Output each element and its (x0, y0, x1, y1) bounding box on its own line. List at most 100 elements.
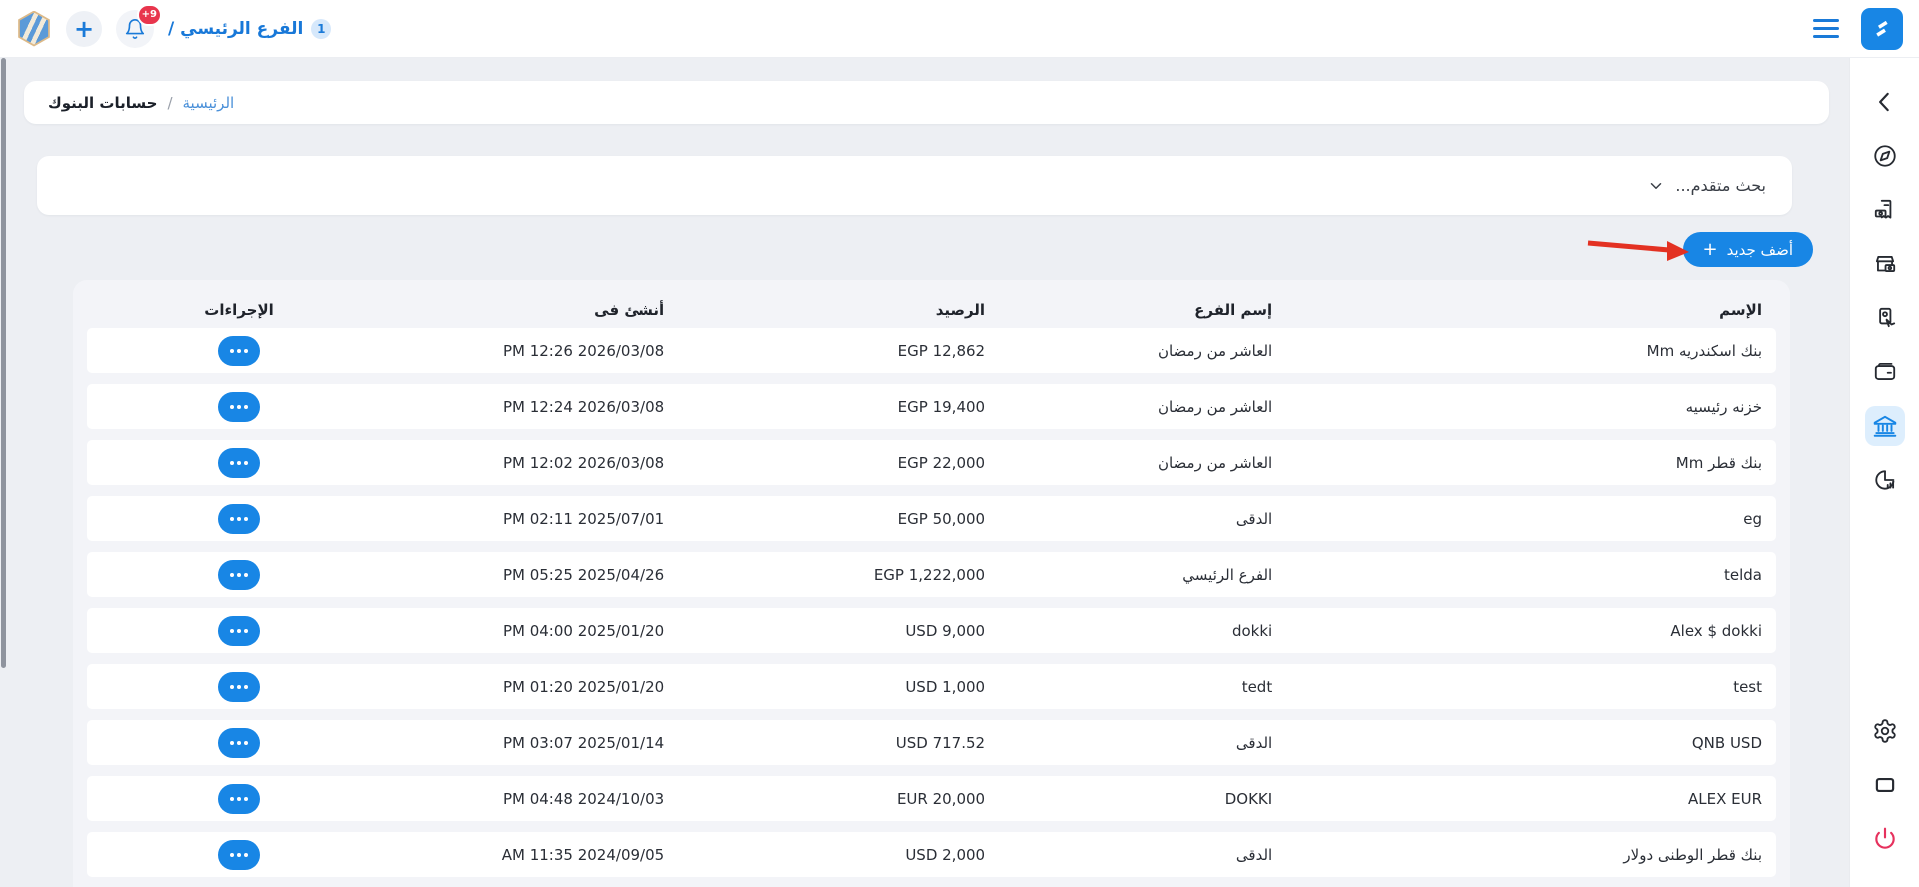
row-actions-button[interactable] (218, 559, 261, 590)
row-actions-button[interactable] (218, 615, 261, 646)
company-logo[interactable] (18, 10, 50, 47)
scrollbar-track[interactable] (1, 58, 6, 887)
notification-count-badge: +9 (136, 3, 162, 26)
sidebar-item-invoices[interactable] (1865, 190, 1905, 230)
column-header-3: أنشئ فى (594, 301, 665, 319)
invoice-money-icon (1872, 197, 1898, 223)
add-new-button[interactable]: أضف جديد + (1682, 232, 1813, 267)
column-header-2: الرصيد (935, 301, 986, 319)
quick-add-button[interactable]: + (66, 10, 102, 47)
cell-branch-name: العاشر من رمضان (1157, 341, 1273, 360)
table-row: بنك قطر الوطنى دولار الدقى USD 2,000 AM 11:… (87, 832, 1776, 877)
cell-balance: USD 9,000 (905, 621, 986, 640)
cell-actions (87, 615, 391, 646)
cell-created-at: PM 03:07 2025/01/14 (502, 733, 665, 752)
hand-money-icon (1872, 305, 1898, 331)
cell-account-name: بنك قطر Mm (1675, 453, 1762, 472)
sidebar-item-collapse[interactable] (1865, 82, 1905, 122)
sidebar-item-reports[interactable] (1865, 460, 1905, 500)
compass-icon (1872, 143, 1898, 169)
top-navbar: + +9 1 الفرع الرئيسي / (0, 0, 1919, 58)
table-row: بنك قطر Mm العاشر من رمضان EGP 22,000 PM 12… (87, 440, 1776, 485)
right-sidebar (1849, 58, 1919, 887)
sidebar-item-wallet[interactable] (1865, 352, 1905, 392)
cell-created-at: PM 01:20 2025/01/20 (502, 677, 665, 696)
cell-actions (87, 671, 391, 702)
cell-balance: EGP 50,000 (897, 509, 986, 528)
sidebar-item-payments[interactable] (1865, 298, 1905, 338)
cell-created-at: PM 04:48 2024/10/03 (502, 789, 665, 808)
cell-branch-name: الدقى (1235, 733, 1273, 752)
scrollbar-thumb[interactable] (1, 58, 6, 668)
cell-branch-name: DOKKI (1224, 789, 1273, 808)
storefront-icon (1872, 251, 1898, 277)
rectangle-icon (1872, 772, 1898, 798)
cell-branch-name: dokki (1231, 621, 1273, 640)
main-content: الرئيسية / حسابات البنوك بحث متقدم... أض… (0, 58, 1849, 887)
cell-actions (87, 839, 391, 870)
sidebar-item-bank-accounts[interactable] (1864, 406, 1905, 446)
cell-balance: USD 717.52 (895, 733, 986, 752)
breadcrumb-home-link[interactable]: الرئيسية (183, 94, 235, 112)
gear-icon (1872, 718, 1898, 744)
current-branch-title: الفرع الرئيسي / (168, 18, 304, 39)
row-actions-button[interactable] (218, 503, 261, 534)
cell-actions (87, 503, 391, 534)
red-annotation-arrow (1587, 240, 1689, 261)
cell-balance: EGP 19,400 (897, 397, 986, 416)
cell-account-name: telda (1724, 565, 1762, 584)
row-actions-button[interactable] (218, 447, 261, 478)
cell-account-name: test (1733, 677, 1762, 696)
table-body: بنك اسكندريه Mm العاشر من رمضان EGP 12,862… (87, 328, 1776, 877)
advanced-search-toggle[interactable]: بحث متقدم... (37, 156, 1792, 215)
row-actions-button[interactable] (218, 671, 261, 702)
bank-accounts-table: الإسم إسم الفرع الرصيد أنشئ فى الإجراءات بنك… (73, 280, 1790, 887)
cell-actions (87, 783, 391, 814)
row-actions-button[interactable] (218, 839, 261, 870)
company-logo-icon (19, 12, 49, 45)
breadcrumb-separator: / (167, 93, 173, 112)
cell-branch-name: العاشر من رمضان (1157, 397, 1273, 416)
cell-branch-name: العاشر من رمضان (1157, 453, 1273, 472)
cell-account-name: بنك قطر الوطنى دولار (1623, 845, 1762, 864)
sidebar-item-window[interactable] (1865, 765, 1905, 805)
notifications-button[interactable]: +9 (116, 3, 162, 48)
cell-actions (87, 391, 391, 422)
row-actions-button[interactable] (218, 783, 261, 814)
cell-balance: USD 1,000 (905, 677, 986, 696)
sidebar-item-settings[interactable] (1865, 711, 1905, 751)
wallet-icon (1872, 359, 1898, 385)
cell-created-at: AM 11:35 2024/09/05 (501, 845, 665, 864)
menu-hamburger-icon[interactable] (1813, 19, 1839, 38)
table-row: Alex $ dokki dokki USD 9,000 PM 04:00 2025/… (87, 608, 1776, 653)
table-row: telda الفرع الرئيسي EGP 1,222,000 PM 05:25 … (87, 552, 1776, 597)
table-row: بنك اسكندريه Mm العاشر من رمضان EGP 12,862… (87, 328, 1776, 373)
sidebar-item-dashboard[interactable] (1865, 136, 1905, 176)
app-logo-icon (1876, 20, 1888, 37)
cell-account-name: QNB USD (1691, 733, 1762, 752)
cell-created-at: PM 12:26 2026/03/08 (502, 341, 665, 360)
cell-actions (87, 559, 391, 590)
row-actions-button[interactable] (218, 335, 261, 366)
table-row: خزنه رئيسيه العاشر من رمضان EGP 19,400 PM 1… (87, 384, 1776, 429)
cell-created-at: PM 02:11 2025/07/01 (502, 509, 665, 528)
column-header-1: إسم الفرع (1194, 301, 1273, 319)
table-header-row: الإسم إسم الفرع الرصيد أنشئ فى الإجراءات (87, 292, 1776, 328)
cell-account-name: Alex $ dokki (1670, 621, 1762, 640)
column-header-4: الإجراءات (204, 301, 274, 319)
sidebar-item-store[interactable] (1865, 244, 1905, 284)
cell-created-at: PM 12:02 2026/03/08 (502, 453, 665, 472)
branch-count-badge: 1 (311, 18, 332, 39)
table-row: eg الدقى EGP 50,000 PM 02:11 2025/07/01 (87, 496, 1776, 541)
row-actions-button[interactable] (218, 391, 261, 422)
app-logo[interactable] (1861, 7, 1903, 50)
cell-actions (87, 335, 391, 366)
cell-actions (87, 447, 391, 478)
cell-branch-name: الدقى (1235, 845, 1273, 864)
cell-created-at: PM 12:24 2026/03/08 (502, 397, 665, 416)
cell-created-at: PM 04:00 2025/01/20 (502, 621, 665, 640)
cell-branch-name: tedt (1241, 677, 1273, 696)
cell-branch-name: الدقى (1235, 509, 1273, 528)
row-actions-button[interactable] (218, 727, 261, 758)
sidebar-item-logout[interactable] (1865, 819, 1905, 859)
